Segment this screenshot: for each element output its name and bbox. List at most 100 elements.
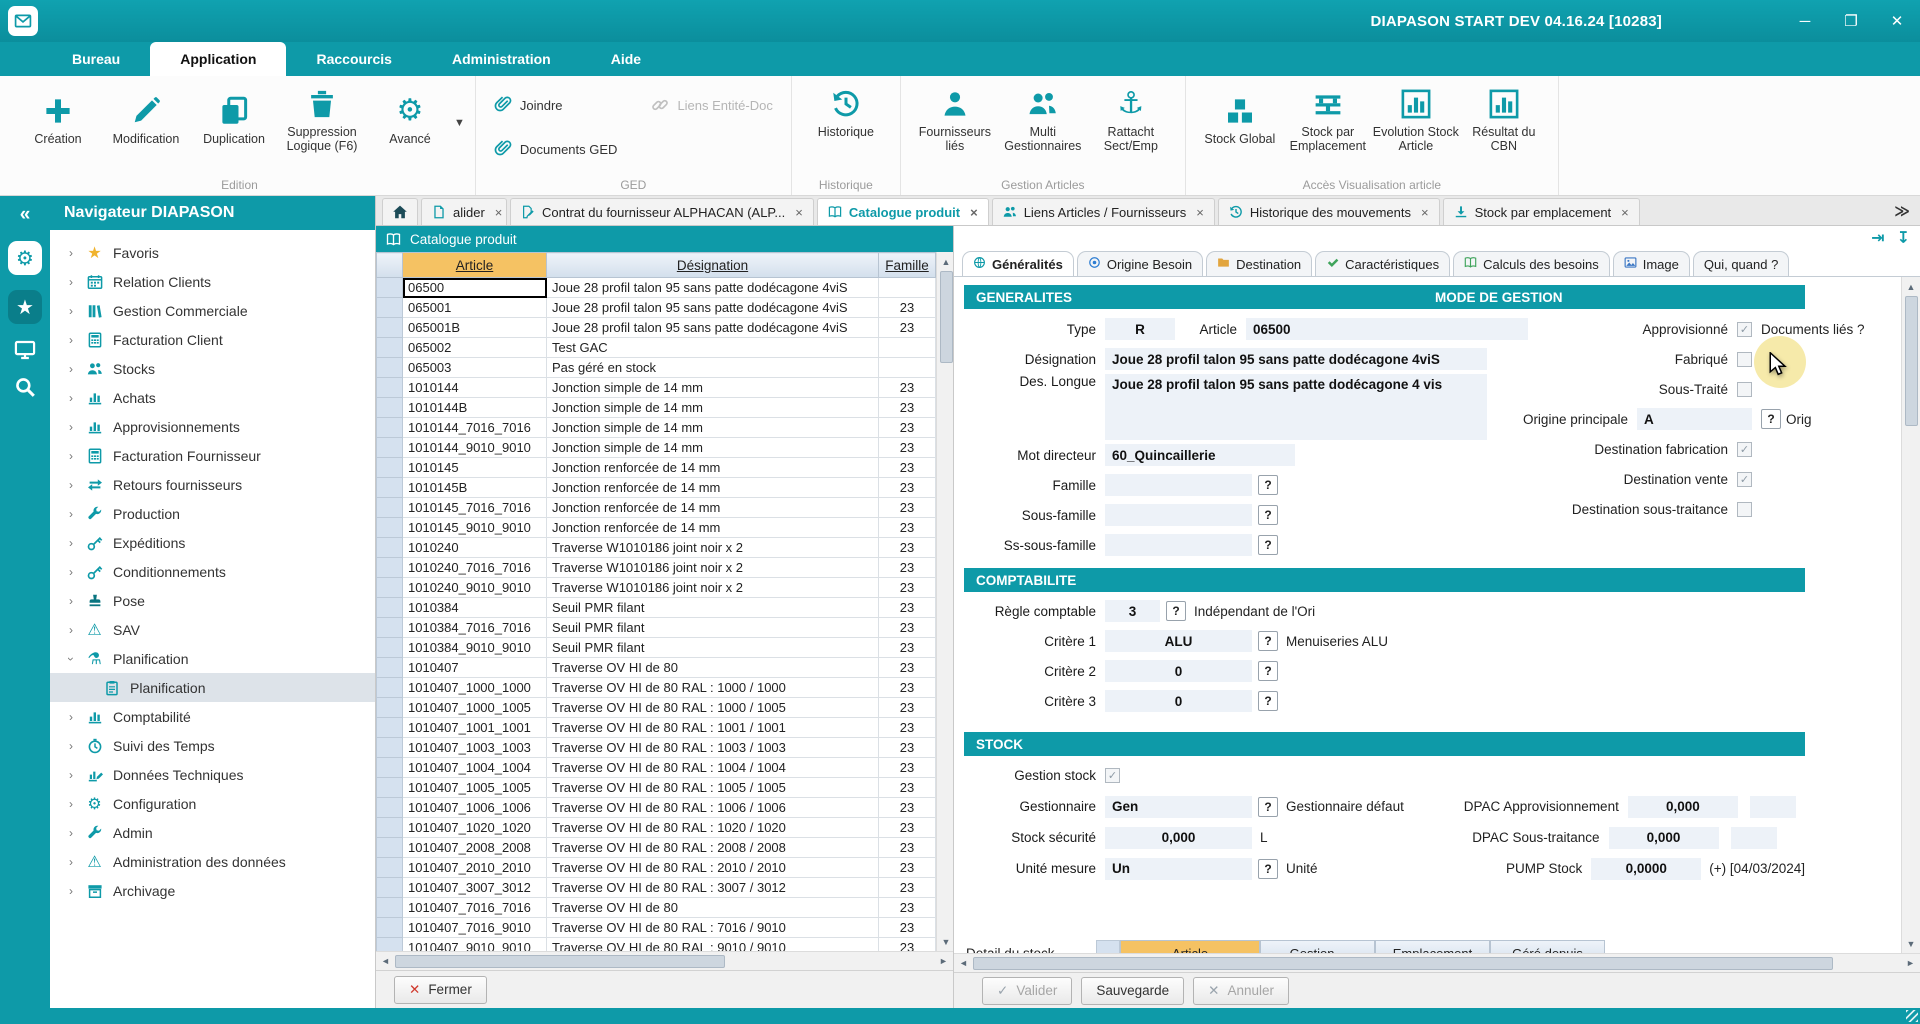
sidebar-item-production[interactable]: ›Production bbox=[50, 499, 375, 528]
cell-famille[interactable]: 23 bbox=[879, 518, 936, 538]
ribbon-button-historique[interactable]: Historique bbox=[802, 82, 890, 139]
row-selector[interactable] bbox=[377, 558, 403, 578]
column-header-d-signation[interactable]: Désignation bbox=[547, 253, 879, 278]
valider-button[interactable]: ✓ Valider bbox=[982, 977, 1072, 1005]
cell-article[interactable]: 1010407_7016_9010 bbox=[403, 918, 547, 938]
cell-famille[interactable]: 23 bbox=[879, 498, 936, 518]
cell-article[interactable]: 1010145_9010_9010 bbox=[403, 518, 547, 538]
collapse-sidebar-button[interactable]: « bbox=[20, 204, 31, 226]
tab-home[interactable] bbox=[382, 198, 418, 225]
menu-tab-administration[interactable]: Administration bbox=[422, 42, 581, 76]
cell-famille[interactable]: 23 bbox=[879, 578, 936, 598]
checkbox-destination-fabrication[interactable] bbox=[1737, 442, 1752, 457]
cell-famille[interactable]: 23 bbox=[879, 858, 936, 878]
cell-famille[interactable]: 23 bbox=[879, 838, 936, 858]
tab-overflow-icon[interactable]: ≫ bbox=[1884, 196, 1920, 225]
cell-article[interactable]: 1010144_7016_7016 bbox=[403, 418, 547, 438]
row-selector[interactable] bbox=[377, 938, 403, 952]
cell-famille[interactable]: 23 bbox=[879, 758, 936, 778]
ribbon-button-avanc[interactable]: ⚙Avancé bbox=[366, 89, 454, 146]
column-header-famille[interactable]: Famille bbox=[879, 253, 936, 278]
row-selector[interactable] bbox=[377, 878, 403, 898]
form-tab-calculs-des-besoins[interactable]: Calculs des besoins bbox=[1453, 251, 1610, 276]
form-tab-image[interactable]: Image bbox=[1613, 251, 1690, 276]
cell-famille[interactable]: 23 bbox=[879, 378, 936, 398]
ribbon-button-duplication[interactable]: Duplication bbox=[190, 89, 278, 146]
row-selector[interactable] bbox=[377, 898, 403, 918]
row-selector[interactable] bbox=[377, 278, 403, 298]
form-tab-qui-quand[interactable]: Qui, quand ? bbox=[1693, 251, 1789, 276]
ribbon-button-stock-par-emplacement[interactable]: Stock par Emplacement bbox=[1284, 82, 1372, 154]
ribbon-button-evolution-stock-article[interactable]: Evolution Stock Article bbox=[1372, 82, 1460, 154]
row-selector[interactable] bbox=[377, 578, 403, 598]
ribbon-button-fournisseurs-li-s[interactable]: Fournisseurs liés bbox=[911, 82, 999, 154]
form-field[interactable] bbox=[1105, 504, 1252, 526]
cell-article[interactable]: 1010407_3007_3012 bbox=[403, 878, 547, 898]
cell-article[interactable]: 1010407_1003_1003 bbox=[403, 738, 547, 758]
cell-designation[interactable]: Joue 28 profil talon 95 sans patte dodéc… bbox=[547, 278, 879, 298]
sidebar-item-favoris[interactable]: ›★Favoris bbox=[50, 238, 375, 267]
scrollbar-thumb[interactable] bbox=[940, 271, 953, 363]
sidebar-item-facturation-client[interactable]: ›Facturation Client bbox=[50, 325, 375, 354]
close-icon[interactable]: × bbox=[1621, 205, 1629, 220]
cell-famille[interactable]: 23 bbox=[879, 898, 936, 918]
cell-famille[interactable] bbox=[879, 278, 936, 298]
cell-famille[interactable]: 23 bbox=[879, 458, 936, 478]
ribbon-button-suppression-logique-f6[interactable]: Suppression Logique (F6) bbox=[278, 82, 366, 154]
close-icon[interactable]: × bbox=[495, 205, 503, 220]
cell-article[interactable]: 1010145_7016_7016 bbox=[403, 498, 547, 518]
cell-designation[interactable]: Jonction renforcée de 14 mm bbox=[547, 478, 879, 498]
annuler-button[interactable]: ✕ Annuler bbox=[1193, 977, 1289, 1005]
close-icon[interactable]: × bbox=[1421, 205, 1429, 220]
cell-article[interactable]: 1010407_1020_1020 bbox=[403, 818, 547, 838]
help-button[interactable]: ? bbox=[1258, 661, 1278, 681]
detail-column-gestion[interactable]: Gestion... bbox=[1260, 940, 1375, 953]
help-button[interactable]: ? bbox=[1258, 505, 1278, 525]
sidebar-item-sav[interactable]: ›⚠SAV bbox=[50, 615, 375, 644]
cell-article[interactable]: 1010407_1000_1000 bbox=[403, 678, 547, 698]
scroll-right-icon[interactable]: ► bbox=[1901, 954, 1920, 973]
search-icon[interactable] bbox=[14, 376, 36, 398]
close-icon[interactable]: × bbox=[970, 205, 978, 220]
cell-designation[interactable]: Jonction simple de 14 mm bbox=[547, 398, 879, 418]
cell-article[interactable]: 1010407_7016_7016 bbox=[403, 898, 547, 918]
sidebar-item-achats[interactable]: ›Achats bbox=[50, 383, 375, 412]
scroll-right-icon[interactable]: ► bbox=[934, 952, 953, 971]
sidebar-item-planification[interactable]: ›⚗Planification bbox=[50, 644, 375, 673]
row-selector[interactable] bbox=[377, 358, 403, 378]
cell-designation[interactable]: Joue 28 profil talon 95 sans patte dodéc… bbox=[547, 298, 879, 318]
cell-designation[interactable]: Traverse OV HI de 80 RAL : 1020 / 1020 bbox=[547, 818, 879, 838]
cell-famille[interactable]: 23 bbox=[879, 818, 936, 838]
form-field[interactable]: 0,0000 bbox=[1591, 858, 1701, 880]
scrollbar-thumb[interactable] bbox=[973, 957, 1833, 970]
table-horizontal-scrollbar[interactable]: ◄ ► bbox=[376, 951, 953, 970]
cell-article[interactable]: 065002 bbox=[403, 338, 547, 358]
cell-famille[interactable]: 23 bbox=[879, 598, 936, 618]
detail-column-article[interactable]: Article bbox=[1120, 940, 1260, 953]
sidebar-item-pose[interactable]: ›Pose bbox=[50, 586, 375, 615]
cell-famille[interactable]: 23 bbox=[879, 538, 936, 558]
cell-designation[interactable]: Traverse OV HI de 80 RAL : 1001 / 1001 bbox=[547, 718, 879, 738]
cell-famille[interactable]: 23 bbox=[879, 798, 936, 818]
form-field[interactable]: 0,000 bbox=[1628, 796, 1738, 818]
menu-tab-bureau[interactable]: Bureau bbox=[42, 42, 150, 76]
form-field[interactable]: ALU bbox=[1105, 630, 1252, 652]
sidebar-item-configuration[interactable]: ›⚙Configuration bbox=[50, 789, 375, 818]
monitor-icon[interactable] bbox=[14, 339, 36, 361]
sauvegarde-button[interactable]: Sauvegarde bbox=[1081, 977, 1184, 1005]
menu-tab-application[interactable]: Application bbox=[150, 42, 286, 76]
cell-famille[interactable] bbox=[879, 338, 936, 358]
sidebar-item-stocks[interactable]: ›Stocks bbox=[50, 354, 375, 383]
tab-catalogue-produit[interactable]: Catalogue produit× bbox=[817, 198, 989, 225]
row-selector[interactable] bbox=[377, 858, 403, 878]
row-selector[interactable] bbox=[377, 698, 403, 718]
cell-designation[interactable]: Traverse OV HI de 80 RAL : 1000 / 1000 bbox=[547, 678, 879, 698]
row-selector[interactable] bbox=[377, 318, 403, 338]
cell-article[interactable]: 1010407_1005_1005 bbox=[403, 778, 547, 798]
menu-tab-aide[interactable]: Aide bbox=[581, 42, 671, 76]
cell-article[interactable]: 1010407_9010_9010 bbox=[403, 938, 547, 952]
form-field[interactable] bbox=[1105, 474, 1252, 496]
ribbon-button-multi-gestionnaires[interactable]: Multi Gestionnaires bbox=[999, 82, 1087, 154]
scroll-left-icon[interactable]: ◄ bbox=[376, 952, 395, 971]
cell-article[interactable]: 1010407_1001_1001 bbox=[403, 718, 547, 738]
